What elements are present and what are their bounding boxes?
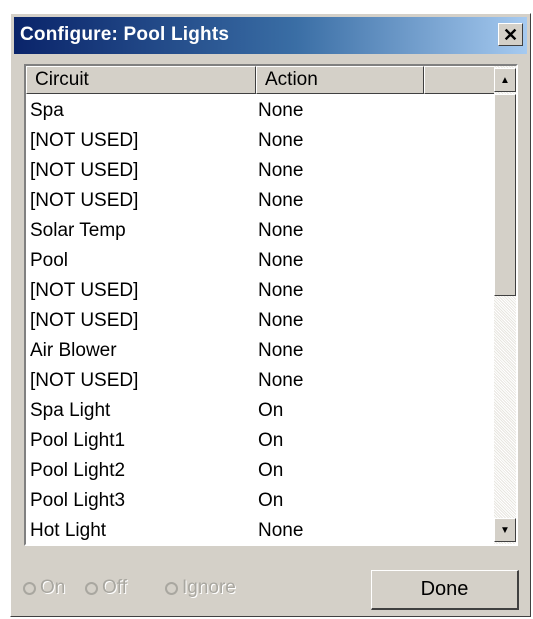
window-title: Configure: Pool Lights	[20, 24, 230, 45]
circuit-cell: [NOT USED]	[30, 310, 139, 331]
scroll-down-button[interactable]: ▼	[494, 518, 516, 542]
list-item[interactable]: Spa None	[26, 96, 496, 126]
action-cell: None	[258, 340, 304, 361]
action-cell: None	[258, 130, 304, 151]
option-on-label: On	[40, 577, 66, 598]
action-cell: None	[258, 160, 304, 181]
title-bar[interactable]: Configure: Pool Lights ✕	[14, 17, 527, 54]
option-off-label: Off	[102, 577, 127, 598]
circuit-cell: Pool Light2	[30, 460, 126, 481]
scroll-up-button[interactable]: ▲	[494, 68, 516, 92]
action-cell: None	[258, 280, 304, 301]
circuit-cell: Spa	[30, 100, 64, 121]
scroll-down-icon: ▼	[500, 524, 510, 536]
radio-icon	[23, 581, 36, 595]
list-item[interactable]: Hot Light None	[26, 516, 496, 544]
list-item[interactable]: Pool None	[26, 246, 496, 276]
circuit-cell: Hot Light	[30, 520, 107, 541]
action-cell: None	[258, 250, 304, 271]
circuit-list[interactable]: Circuit Action Spa None [NOT USED] None [NOT…	[24, 64, 518, 546]
list-item[interactable]: Air Blower None	[26, 336, 496, 366]
list-item[interactable]: [NOT USED] None	[26, 156, 496, 186]
column-header-circuit[interactable]: Circuit	[26, 66, 256, 94]
circuit-cell: Solar Temp	[30, 220, 126, 241]
action-cell: None	[258, 190, 304, 211]
action-cell: None	[258, 370, 304, 391]
circuit-cell: [NOT USED]	[30, 160, 139, 181]
column-header-action[interactable]: Action	[256, 66, 424, 94]
list-item[interactable]: Solar Temp None	[26, 216, 496, 246]
list-item[interactable]: [NOT USED] None	[26, 276, 496, 306]
list-header: Circuit Action	[26, 66, 496, 94]
list-item[interactable]: [NOT USED] None	[26, 366, 496, 396]
circuit-cell: [NOT USED]	[30, 190, 139, 211]
list-item[interactable]: [NOT USED] None	[26, 186, 496, 216]
list-item[interactable]: Pool Light2 On	[26, 456, 496, 486]
option-off[interactable]: Off	[85, 577, 127, 599]
scroll-up-icon: ▲	[500, 74, 510, 86]
circuit-cell: [NOT USED]	[30, 280, 139, 301]
list-item[interactable]: [NOT USED] None	[26, 306, 496, 336]
option-on[interactable]: On	[23, 577, 65, 599]
action-cell: On	[258, 460, 284, 481]
action-cell: None	[258, 520, 304, 541]
vertical-scrollbar[interactable]: ▲ ▼	[494, 66, 516, 544]
radio-icon	[85, 581, 98, 595]
close-button[interactable]: ✕	[498, 23, 523, 46]
action-cell: On	[258, 400, 284, 421]
done-button[interactable]: Done	[371, 570, 519, 610]
circuit-cell: [NOT USED]	[30, 130, 139, 151]
scrollbar-thumb[interactable]	[494, 94, 516, 296]
circuit-cell: Pool	[30, 250, 69, 271]
option-ignore-label: Ignore	[182, 577, 236, 598]
action-cell: None	[258, 310, 304, 331]
configure-dialog: Configure: Pool Lights ✕ Circuit Action …	[10, 13, 531, 617]
circuit-cell: [NOT USED]	[30, 370, 139, 391]
circuit-cell: Spa Light	[30, 400, 111, 421]
list-item[interactable]: Spa Light On	[26, 396, 496, 426]
list-item[interactable]: [NOT USED] None	[26, 126, 496, 156]
action-cell: None	[258, 100, 304, 121]
radio-icon	[165, 581, 178, 595]
list-item[interactable]: Pool Light1 On	[26, 426, 496, 456]
close-icon: ✕	[502, 24, 519, 45]
column-header-empty	[424, 66, 496, 94]
circuit-cell: Pool Light3	[30, 490, 126, 511]
option-ignore[interactable]: Ignore	[165, 577, 236, 599]
action-cell: On	[258, 490, 284, 511]
action-cell: None	[258, 220, 304, 241]
list-rows: Spa None [NOT USED] None [NOT USED] None [NOT …	[26, 96, 496, 544]
action-cell: On	[258, 430, 284, 451]
list-item[interactable]: Pool Light3 On	[26, 486, 496, 516]
circuit-cell: Pool Light1	[30, 430, 126, 451]
circuit-cell: Air Blower	[30, 340, 117, 361]
